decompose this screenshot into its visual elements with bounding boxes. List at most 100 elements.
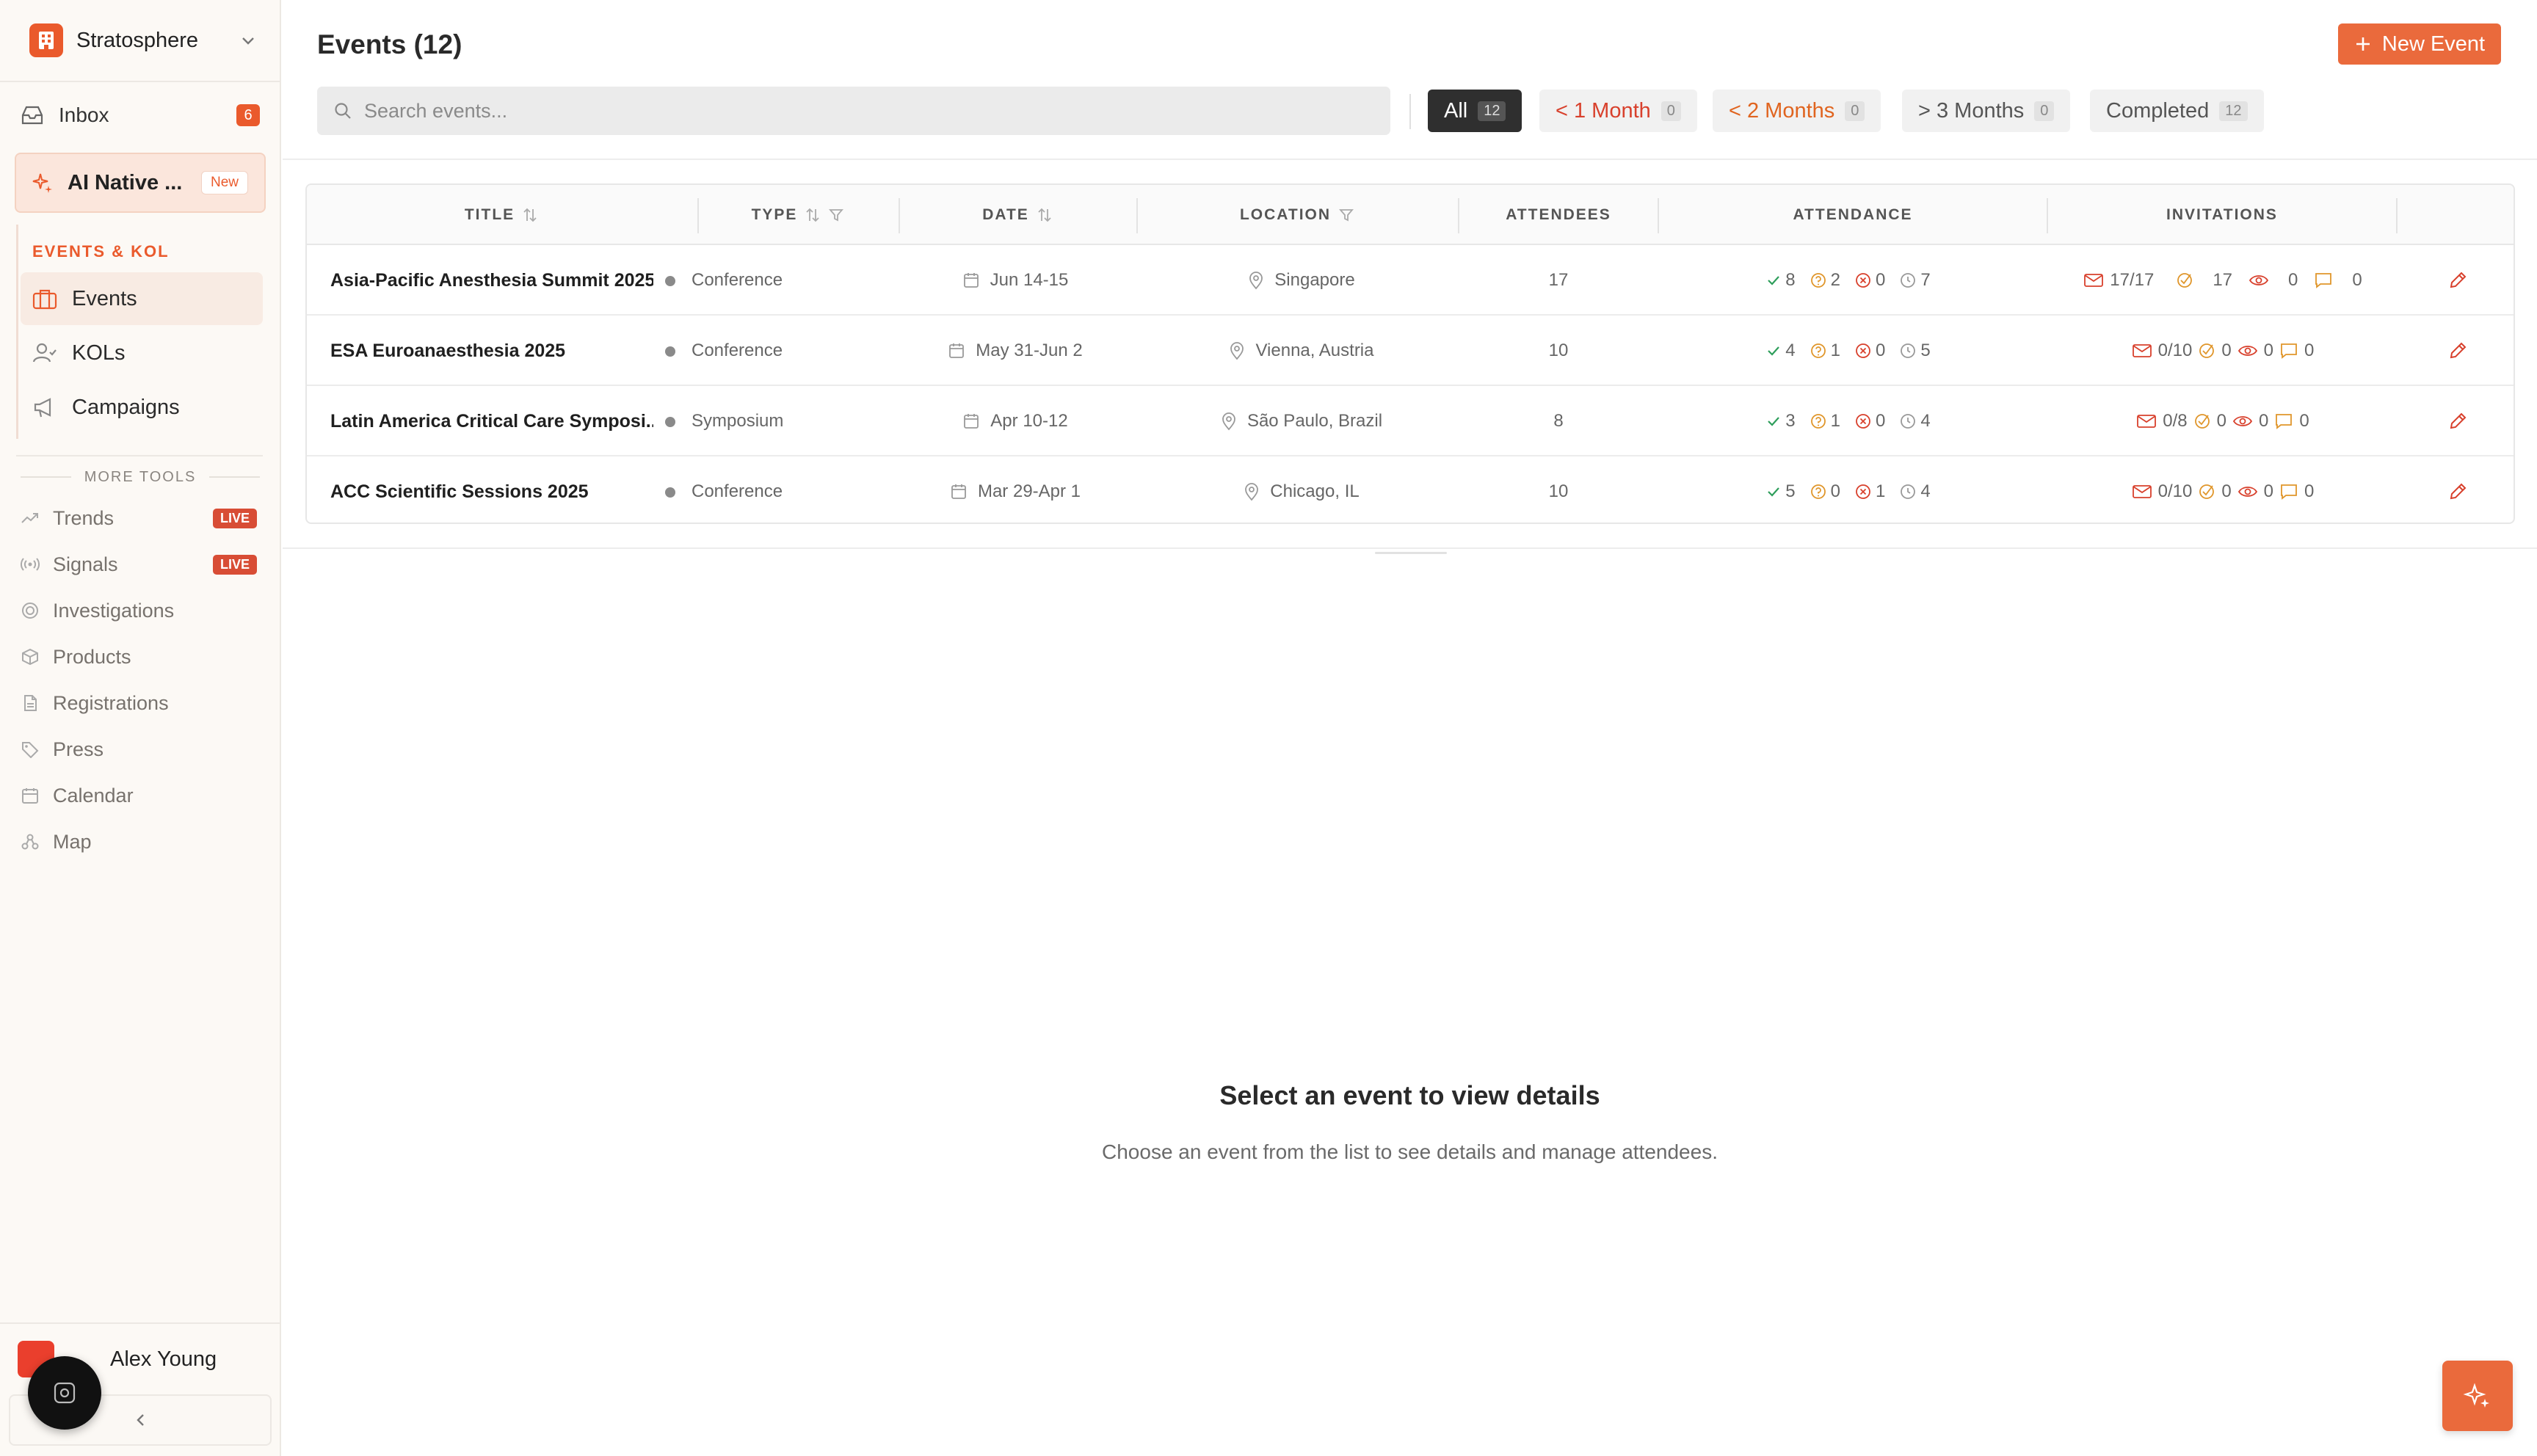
- eye-icon: [2232, 416, 2253, 426]
- search-bar[interactable]: [317, 87, 1390, 135]
- confirmed-count: 3: [1785, 411, 1796, 431]
- event-type: Conference: [692, 481, 783, 501]
- maybe-count: 1: [1830, 411, 1840, 431]
- table-row[interactable]: Latin America Critical Care Symposi... S…: [307, 386, 2514, 456]
- mail-icon: [2132, 485, 2152, 498]
- mail-icon: [2137, 415, 2157, 428]
- message-icon: [2281, 484, 2297, 500]
- sort-icon[interactable]: [805, 207, 821, 223]
- sidebar-item-events[interactable]: Events: [21, 272, 263, 325]
- edit-button[interactable]: [2421, 386, 2494, 456]
- map-pin-icon: [1222, 412, 1235, 431]
- sidebar-item-trends[interactable]: Trends LIVE: [21, 500, 263, 536]
- attendees-count: 10: [1548, 481, 1569, 501]
- inbox-label: Inbox: [59, 103, 109, 126]
- new-event-button[interactable]: New Event: [2338, 23, 2501, 65]
- location-text: São Paulo, Brazil: [1246, 411, 1383, 431]
- filter-less-2-months[interactable]: < 2 Months 0: [1713, 90, 1881, 132]
- filter-all[interactable]: All 12: [1428, 90, 1522, 132]
- invites-accepted: 17: [2213, 270, 2233, 290]
- attendance-stats: 3 1 0 4: [1658, 386, 2047, 456]
- maybe-count: 0: [1830, 481, 1840, 501]
- group-title: EVENTS & KOL: [32, 242, 170, 261]
- status-dot: [665, 276, 675, 286]
- user-check-icon: [32, 343, 57, 363]
- column-date[interactable]: DATE: [900, 185, 1135, 245]
- sort-icon[interactable]: [1037, 207, 1053, 223]
- sidebar-item-inbox[interactable]: Inbox 6: [21, 98, 260, 132]
- sidebar-item-label: Campaigns: [72, 395, 180, 419]
- pencil-icon: [2450, 342, 2467, 359]
- tool-label: Signals: [53, 553, 118, 575]
- resize-handle[interactable]: [1375, 552, 1447, 554]
- column-label: LOCATION: [1239, 206, 1332, 223]
- invites-replied: 0: [2299, 411, 2309, 431]
- filter-completed[interactable]: Completed 12: [2090, 90, 2264, 132]
- map-icon: [21, 834, 39, 850]
- sort-icon[interactable]: [522, 207, 538, 223]
- table-row[interactable]: Asia-Pacific Anesthesia Summit 2025 Conf…: [307, 245, 2514, 316]
- new-badge: New: [200, 171, 248, 194]
- filter-less-1-month[interactable]: < 1 Month 0: [1539, 90, 1697, 132]
- edit-button[interactable]: [2421, 456, 2494, 523]
- clock-icon: [1901, 484, 1916, 499]
- clock-icon: [1901, 343, 1916, 358]
- event-type: Symposium: [692, 411, 784, 431]
- tool-label: Calendar: [53, 784, 134, 807]
- ai-assistant-button[interactable]: [2442, 1361, 2513, 1431]
- column-location[interactable]: LOCATION: [1138, 185, 1456, 245]
- sidebar-item-products[interactable]: Products: [21, 639, 263, 674]
- check-circle-icon: [2194, 414, 2210, 429]
- filter-icon[interactable]: [1338, 207, 1354, 223]
- map-pin-icon: [1230, 342, 1244, 360]
- sidebar-item-kols[interactable]: KOLs: [21, 327, 263, 379]
- date-text: May 31-Jun 2: [976, 341, 1083, 360]
- column-type[interactable]: TYPE: [699, 185, 897, 245]
- filter-icon[interactable]: [828, 207, 844, 223]
- question-circle-icon: [1810, 343, 1826, 358]
- table-row[interactable]: ACC Scientific Sessions 2025 Conference …: [307, 456, 2514, 523]
- sparkles-icon: [32, 173, 52, 193]
- column-title[interactable]: TITLE: [307, 185, 696, 245]
- map-pin-icon: [1245, 483, 1259, 501]
- attendance-stats: 4 1 0 5: [1658, 316, 2047, 386]
- trend-icon: [21, 513, 38, 523]
- tool-label: Map: [53, 830, 92, 853]
- screen-capture-button[interactable]: [28, 1356, 101, 1430]
- search-input[interactable]: [364, 99, 1318, 123]
- sidebar-item-calendar[interactable]: Calendar: [21, 778, 263, 813]
- page-title: Events (12): [317, 29, 462, 59]
- inbox-icon: [21, 106, 43, 125]
- eye-icon: [2249, 275, 2269, 285]
- filter-count: 0: [1845, 101, 1865, 121]
- event-title: Asia-Pacific Anesthesia Summit 2025: [330, 269, 653, 291]
- live-badge: LIVE: [212, 554, 257, 575]
- edit-button[interactable]: [2421, 316, 2494, 386]
- maybe-count: 2: [1830, 270, 1840, 290]
- edit-button[interactable]: [2421, 245, 2494, 316]
- declined-count: 0: [1876, 341, 1886, 360]
- status-dot: [665, 487, 675, 498]
- workspace-switcher[interactable]: Stratosphere: [29, 22, 257, 59]
- invites-replied: 0: [2304, 481, 2315, 501]
- x-circle-icon: [1856, 414, 1870, 429]
- mail-icon: [2132, 344, 2152, 357]
- sidebar-item-ai-native[interactable]: AI Native ... New: [15, 153, 266, 213]
- invites-sent: 0/10: [2157, 341, 2193, 360]
- check-icon: [1768, 276, 1780, 285]
- sidebar-item-signals[interactable]: Signals LIVE: [21, 547, 263, 582]
- invites-accepted: 0: [2221, 481, 2232, 501]
- x-circle-icon: [1856, 343, 1870, 358]
- sidebar-item-press[interactable]: Press: [21, 732, 263, 767]
- sidebar-item-map[interactable]: Map: [21, 824, 263, 859]
- calendar-icon: [949, 343, 965, 358]
- filter-more-3-months[interactable]: > 3 Months 0: [1902, 90, 2071, 132]
- sidebar-item-registrations[interactable]: Registrations: [21, 685, 263, 721]
- check-icon: [1768, 487, 1780, 497]
- filter-label: > 3 Months: [1918, 98, 2025, 123]
- message-icon: [2281, 343, 2297, 359]
- table-row[interactable]: ESA Euroanaesthesia 2025 Conference May …: [307, 316, 2514, 386]
- column-invitations: INVITATIONS: [2048, 185, 2396, 245]
- sidebar-item-campaigns[interactable]: Campaigns: [21, 381, 263, 434]
- sidebar-item-investigations[interactable]: Investigations: [21, 593, 263, 628]
